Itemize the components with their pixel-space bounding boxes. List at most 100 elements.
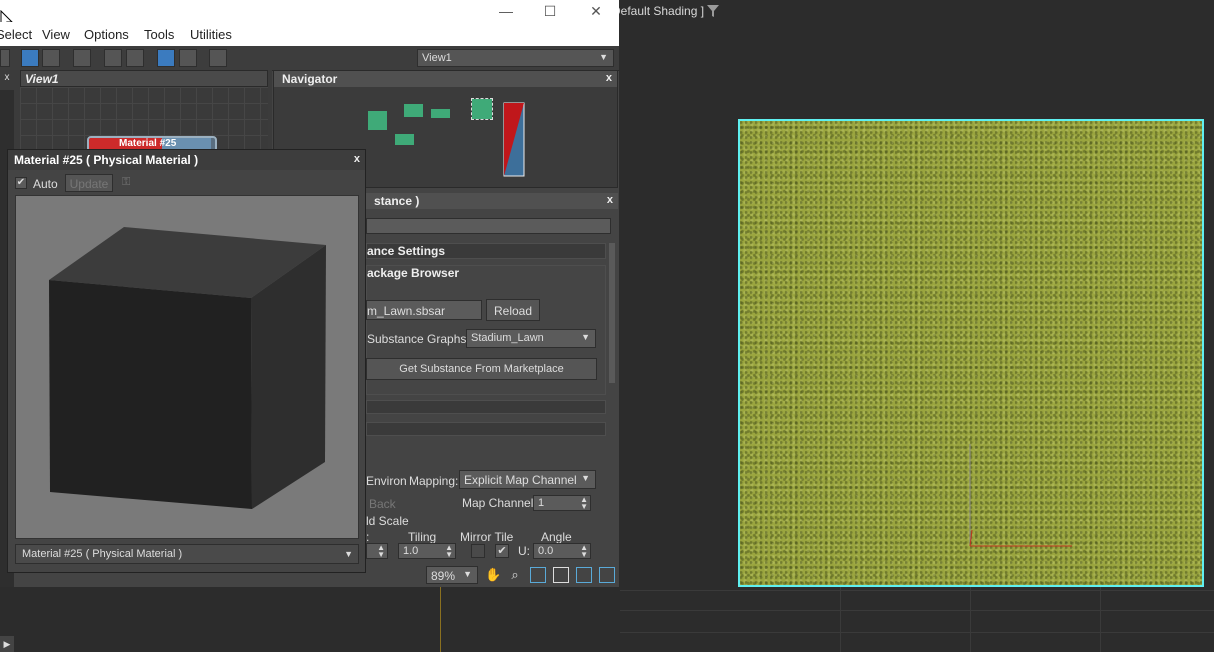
background-toggle-icon[interactable] bbox=[21, 49, 39, 67]
material-window-title: Material #25 ( Physical Material ) bbox=[14, 153, 199, 167]
zoom-region-icon[interactable] bbox=[530, 567, 546, 583]
grid-line bbox=[620, 632, 1214, 633]
select-tool-icon[interactable] bbox=[0, 49, 10, 67]
angle-u-spinner[interactable]: 0.0 ▲ ▼ bbox=[533, 543, 591, 559]
menu-options[interactable]: Options bbox=[84, 27, 129, 42]
update-button[interactable]: Update bbox=[65, 174, 113, 192]
navigator-header: Navigator x bbox=[274, 71, 617, 87]
grid-axis-line bbox=[440, 587, 441, 652]
tiling-u-value: 1.0 bbox=[403, 545, 419, 557]
navigator-title: Navigator bbox=[282, 72, 338, 86]
offset-label: : bbox=[366, 530, 370, 544]
material-preview-window: Material #25 ( Physical Material ) x ✔ A… bbox=[7, 149, 366, 573]
pan-hand-icon[interactable]: ✋ bbox=[485, 567, 501, 583]
rollout-collapsed[interactable] bbox=[366, 422, 606, 436]
substance-close-icon[interactable]: x bbox=[607, 194, 613, 206]
view-select-value: View1 bbox=[422, 52, 452, 64]
material-window-header[interactable]: Material #25 ( Physical Material ) x bbox=[8, 150, 365, 170]
layout-all-icon[interactable] bbox=[104, 49, 122, 67]
filter-icon[interactable] bbox=[706, 4, 720, 18]
parameter-editor-icon[interactable] bbox=[179, 49, 197, 67]
chevron-down-icon: ▼ bbox=[581, 332, 590, 342]
auto-checkbox[interactable]: ✔ bbox=[15, 177, 27, 189]
rollout-collapsed[interactable] bbox=[366, 400, 606, 414]
map-channel-label: Map Channel: bbox=[462, 496, 537, 510]
axis-gizmo bbox=[969, 444, 1072, 547]
menu-utilities[interactable]: Utilities bbox=[190, 27, 232, 42]
layout-children-icon[interactable] bbox=[126, 49, 144, 67]
angle-u-value: 0.0 bbox=[538, 545, 554, 557]
close-button[interactable]: ✕ bbox=[586, 2, 606, 20]
lock-icon[interactable]: ⚿ bbox=[122, 176, 134, 190]
mirror-u-checkbox[interactable] bbox=[471, 544, 485, 558]
world-scale-label: ld Scale bbox=[366, 514, 409, 528]
sbsar-file-field[interactable]: m_Lawn.sbsar bbox=[366, 300, 482, 320]
spinner-arrows-icon[interactable]: ▲ ▼ bbox=[445, 544, 453, 559]
tile-u-checkbox[interactable]: ✔ bbox=[495, 544, 509, 558]
chevron-down-icon: ▼ bbox=[581, 473, 590, 483]
sample-slots-icon[interactable] bbox=[73, 49, 91, 67]
spinner-arrows-icon[interactable]: ▲ ▼ bbox=[377, 544, 385, 559]
chevron-down-icon: ▼ bbox=[463, 569, 472, 579]
menubar: Select View Options Tools Utilities bbox=[0, 22, 619, 46]
reload-button[interactable]: Reload bbox=[486, 299, 540, 321]
minimize-button[interactable]: — bbox=[496, 2, 516, 20]
u-label: U: bbox=[518, 544, 530, 558]
material-preview-render[interactable] bbox=[15, 195, 359, 539]
tiling-u-spinner[interactable]: 1.0 ▲ ▼ bbox=[398, 543, 456, 559]
offset-u-spinner[interactable]: ▲ ▼ bbox=[366, 543, 388, 559]
close-icon[interactable]: x bbox=[0, 72, 14, 86]
tab-view1[interactable]: View1 bbox=[20, 70, 268, 87]
rollout-package-browser-label: ackage Browser bbox=[367, 266, 460, 280]
cube-preview-icon bbox=[49, 227, 326, 509]
environ-label: Environ bbox=[366, 474, 407, 488]
zoom-value: 89% bbox=[431, 569, 456, 583]
menu-tools[interactable]: Tools bbox=[144, 27, 174, 42]
map-channel-spinner[interactable]: 1 ▲ ▼ bbox=[533, 495, 591, 511]
zoom-extents-selected-icon[interactable] bbox=[576, 567, 592, 583]
mapping-label: Mapping: bbox=[409, 474, 459, 488]
view-select-dropdown[interactable]: View1 ▼ bbox=[417, 49, 614, 67]
grid-line bbox=[1100, 587, 1101, 652]
play-icon[interactable]: ▶ bbox=[0, 636, 14, 652]
window-titlebar[interactable]: — ☐ ✕ bbox=[0, 0, 619, 22]
rollout-substance-settings[interactable]: ance Settings bbox=[366, 243, 606, 259]
navigator-viewport-frame[interactable] bbox=[503, 102, 525, 177]
substance-name-field[interactable] bbox=[366, 218, 611, 234]
angle-label: Angle bbox=[541, 530, 572, 544]
zoom-icon[interactable]: ⌕ bbox=[507, 567, 523, 583]
substance-scrollbar[interactable] bbox=[609, 243, 615, 383]
mirror-tile-label: Mirror Tile bbox=[460, 530, 514, 544]
substance-graphs-label: Substance Graphs: bbox=[367, 332, 470, 346]
spinner-arrows-icon[interactable]: ▲ ▼ bbox=[580, 544, 588, 559]
grid-line bbox=[840, 587, 841, 652]
get-substance-marketplace-button[interactable]: Get Substance From Marketplace bbox=[366, 358, 597, 380]
navigator-node bbox=[368, 111, 387, 130]
substance-header: stance ) x bbox=[366, 193, 618, 209]
substance-graph-dropdown[interactable]: Stadium_Lawn ▼ bbox=[466, 329, 596, 348]
navigator-node bbox=[404, 104, 423, 117]
menu-view[interactable]: View bbox=[42, 27, 70, 42]
navigator-close-icon[interactable]: x bbox=[606, 72, 612, 84]
select-by-material-icon[interactable] bbox=[209, 49, 227, 67]
checker-background-icon[interactable] bbox=[42, 49, 60, 67]
tiling-label: Tiling bbox=[408, 530, 437, 544]
material-window-close-icon[interactable]: x bbox=[354, 153, 360, 165]
navigator-node bbox=[395, 134, 414, 145]
zoom-dropdown[interactable]: 89% ▼ bbox=[426, 566, 478, 584]
material-select-value: Material #25 ( Physical Material ) bbox=[22, 548, 183, 560]
zoom-extents-icon[interactable] bbox=[553, 567, 569, 583]
navigator-node bbox=[471, 98, 493, 120]
spinner-arrows-icon[interactable]: ▲ ▼ bbox=[580, 496, 588, 511]
menu-select[interactable]: Select bbox=[0, 27, 32, 42]
viewport-shading-label[interactable]: Default Shading ] bbox=[612, 4, 704, 18]
map-channel-value: 1 bbox=[538, 497, 545, 509]
chevron-down-icon: ▼ bbox=[599, 52, 608, 62]
maximize-button[interactable]: ☐ bbox=[540, 2, 560, 20]
back-label: Back bbox=[369, 497, 396, 511]
mapping-dropdown[interactable]: Explicit Map Channel ▼ bbox=[459, 470, 596, 489]
pan-to-selected-icon[interactable] bbox=[599, 567, 615, 583]
material-select-dropdown[interactable]: Material #25 ( Physical Material ) ▼ bbox=[15, 544, 359, 564]
grid-line bbox=[620, 590, 1214, 591]
material-map-browser-icon[interactable] bbox=[157, 49, 175, 67]
